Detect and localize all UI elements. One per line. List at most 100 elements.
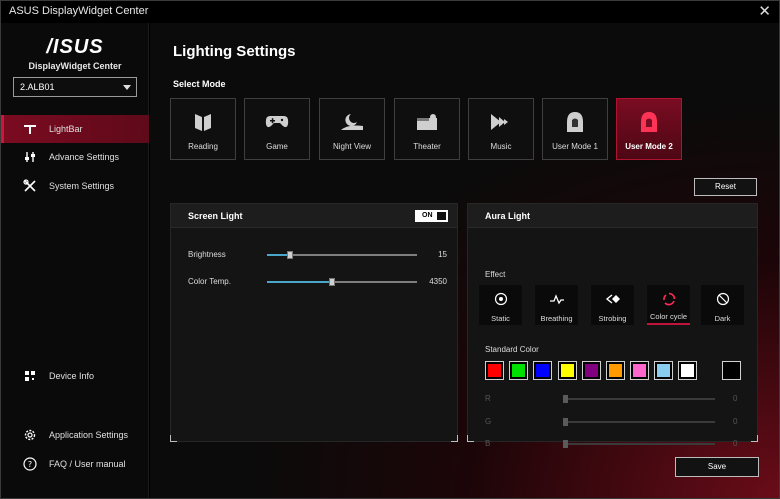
color-temp-slider[interactable] xyxy=(267,278,417,286)
screen-light-panel: Screen Light ON Brightness 15 Color Temp… xyxy=(170,203,458,442)
sliders-icon xyxy=(23,150,37,164)
rgb-b-thumb[interactable] xyxy=(563,440,568,448)
effect-label-text: Color cycle xyxy=(649,312,688,321)
effect-label: Effect xyxy=(485,270,506,279)
mode-label: User Mode 1 xyxy=(552,142,598,151)
user-icon xyxy=(617,109,681,135)
color-swatch-yellow[interactable] xyxy=(558,361,577,380)
title-bar: ASUS DisplayWidget Center ✕ xyxy=(1,1,779,23)
aura-light-title: Aura Light xyxy=(485,211,530,221)
aura-light-header: Aura Light xyxy=(468,204,757,228)
effect-label-text: Breathing xyxy=(540,314,573,323)
reset-button[interactable]: Reset xyxy=(694,178,757,196)
color-swatch-purple[interactable] xyxy=(582,361,601,380)
rgb-r-value: 0 xyxy=(733,394,738,403)
swatch-fill xyxy=(681,364,694,377)
window-title: ASUS DisplayWidget Center xyxy=(9,5,149,17)
color-temp-label: Color Temp. xyxy=(188,277,231,286)
color-swatch-pink[interactable] xyxy=(630,361,649,380)
standard-color-label: Standard Color xyxy=(485,345,539,354)
brightness-thumb[interactable] xyxy=(286,251,293,259)
brightness-label: Brightness xyxy=(188,250,226,259)
asus-logo: /ISUS DisplayWidget Center xyxy=(1,36,149,71)
static-icon xyxy=(479,292,522,306)
rgb-r-slider[interactable] xyxy=(563,395,715,403)
logo-mark: /ISUS xyxy=(46,36,104,58)
mode-theater[interactable]: Theater xyxy=(394,98,460,160)
sidebar-item-device-info[interactable]: Device Info xyxy=(1,362,149,390)
color-temp-value: 4350 xyxy=(429,277,447,286)
mode-night-view[interactable]: Night View xyxy=(319,98,385,160)
logo-subtitle: DisplayWidget Center xyxy=(28,61,122,71)
close-icon[interactable]: ✕ xyxy=(758,2,771,20)
swatch-fill xyxy=(585,364,598,377)
color-swatch-red[interactable] xyxy=(485,361,504,380)
panel-corner xyxy=(451,435,458,442)
svg-text:?: ? xyxy=(28,460,32,469)
effect-color-cycle[interactable]: Color cycle xyxy=(647,285,690,325)
effect-label-text: Dark xyxy=(714,314,731,323)
sidebar-item-label: Application Settings xyxy=(49,430,129,440)
sidebar: /ISUS DisplayWidget Center 2.ALB01 Light… xyxy=(1,23,149,498)
mode-label: User Mode 2 xyxy=(625,142,673,151)
swatch-fill xyxy=(536,364,549,377)
sidebar-item-advance-settings[interactable]: Advance Settings xyxy=(1,143,149,171)
mode-game[interactable]: Game xyxy=(244,98,310,160)
save-button[interactable]: Save xyxy=(675,457,759,477)
swatch-fill xyxy=(725,364,738,377)
tools-icon xyxy=(23,179,37,193)
swatch-fill xyxy=(633,364,646,377)
sidebar-item-application-settings[interactable]: Application Settings xyxy=(1,421,149,449)
sidebar-item-faq[interactable]: ? FAQ / User manual xyxy=(1,450,149,478)
brightness-value: 15 xyxy=(438,250,447,259)
effect-label-text: Static xyxy=(491,314,510,323)
swatch-fill xyxy=(488,364,501,377)
book-icon xyxy=(171,109,235,135)
user-icon xyxy=(543,109,607,135)
color-swatch-light-blue[interactable] xyxy=(654,361,673,380)
app-window: ASUS DisplayWidget Center ✕ /ISUS Displa… xyxy=(0,0,780,499)
chevron-down-icon xyxy=(123,85,131,90)
effect-label-text: Strobing xyxy=(598,314,627,323)
color-swatch-orange[interactable] xyxy=(606,361,625,380)
music-icon xyxy=(469,109,533,135)
dark-icon xyxy=(701,292,744,306)
main-content: Lighting Settings Select Mode Reading Ga… xyxy=(150,23,779,498)
mode-reading[interactable]: Reading xyxy=(170,98,236,160)
color-temp-thumb[interactable] xyxy=(328,278,335,286)
device-select[interactable]: 2.ALB01 xyxy=(13,77,137,97)
mode-user-1[interactable]: User Mode 1 xyxy=(542,98,608,160)
effect-static[interactable]: Static xyxy=(479,285,522,325)
sidebar-item-label: LightBar xyxy=(49,124,83,134)
mode-music[interactable]: Music xyxy=(468,98,534,160)
page-title: Lighting Settings xyxy=(173,43,296,60)
panel-corner xyxy=(467,435,474,442)
sidebar-item-label: Advance Settings xyxy=(49,152,120,162)
rgb-g-slider[interactable] xyxy=(563,418,715,426)
swatch-fill xyxy=(512,364,525,377)
rgb-b-slider[interactable] xyxy=(563,440,715,448)
mode-label: Theater xyxy=(413,142,441,151)
rgb-g-value: 0 xyxy=(733,417,738,426)
color-swatch-custom[interactable] xyxy=(722,361,741,380)
toggle-knob xyxy=(437,212,446,220)
color-swatch-green[interactable] xyxy=(509,361,528,380)
toggle-label: ON xyxy=(422,212,433,219)
sidebar-item-label: Device Info xyxy=(49,371,95,381)
effect-dark[interactable]: Dark xyxy=(701,285,744,325)
color-swatch-blue[interactable] xyxy=(533,361,552,380)
sidebar-item-lightbar[interactable]: LightBar xyxy=(1,115,149,143)
effect-strobing[interactable]: Strobing xyxy=(591,285,634,325)
sidebar-item-system-settings[interactable]: System Settings xyxy=(1,172,149,200)
color-swatch-white[interactable] xyxy=(678,361,697,380)
mode-label: Music xyxy=(490,142,512,151)
screen-light-header: Screen Light ON xyxy=(171,204,457,228)
sidebar-item-label: System Settings xyxy=(49,181,115,191)
mode-user-2[interactable]: User Mode 2 xyxy=(616,98,682,160)
rgb-r-thumb[interactable] xyxy=(563,395,568,403)
rgb-g-thumb[interactable] xyxy=(563,418,568,426)
screen-light-toggle[interactable]: ON xyxy=(415,210,448,222)
brightness-slider[interactable] xyxy=(267,251,417,259)
effect-breathing[interactable]: Breathing xyxy=(535,285,578,325)
device-select-value: 2.ALB01 xyxy=(20,82,55,92)
